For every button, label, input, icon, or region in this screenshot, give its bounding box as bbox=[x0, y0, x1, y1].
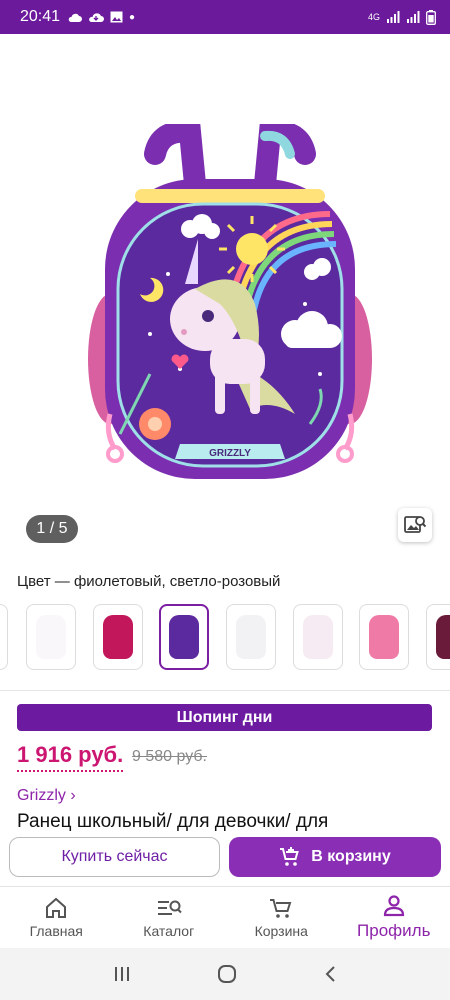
add-to-cart-label: В корзину bbox=[311, 848, 391, 865]
tab-home-label: Главная bbox=[29, 922, 83, 939]
variant-swatch bbox=[369, 615, 399, 659]
tab-cart-label: Корзина bbox=[254, 922, 308, 939]
old-price: 9 580 руб. bbox=[132, 748, 207, 765]
back-icon[interactable] bbox=[323, 965, 337, 983]
image-icon bbox=[110, 11, 123, 23]
action-bar: Купить сейчас В корзину bbox=[0, 835, 450, 885]
variant-swatch bbox=[236, 615, 266, 659]
battery-icon bbox=[426, 9, 436, 25]
product-gallery[interactable]: GRIZZLY 1 / 5 bbox=[0, 34, 450, 559]
variant-swatch bbox=[103, 615, 133, 659]
catalog-search-icon bbox=[157, 900, 182, 915]
cart-icon bbox=[270, 898, 292, 918]
tab-catalog[interactable]: Каталог bbox=[113, 887, 226, 948]
gallery-counter: 1 / 5 bbox=[26, 515, 78, 543]
buy-now-button[interactable]: Купить сейчас bbox=[9, 837, 220, 877]
signal-icon bbox=[407, 11, 420, 23]
variant-thumb[interactable] bbox=[226, 604, 276, 670]
svg-text:GRIZZLY: GRIZZLY bbox=[209, 448, 251, 459]
system-nav-bar bbox=[0, 948, 450, 1000]
variant-swatch bbox=[436, 615, 450, 659]
variant-thumb[interactable] bbox=[26, 604, 76, 670]
tab-profile[interactable]: Профиль bbox=[338, 887, 450, 948]
status-left-icons: ● bbox=[68, 11, 135, 23]
variant-swatch bbox=[36, 615, 66, 659]
signal-icon bbox=[387, 11, 400, 23]
profile-icon bbox=[383, 894, 404, 916]
cloud-icon bbox=[68, 13, 83, 22]
status-bar: 20:41 ● 4G bbox=[0, 0, 450, 34]
tab-home[interactable]: Главная bbox=[0, 887, 113, 948]
tab-catalog-label: Каталог bbox=[143, 922, 195, 939]
recent-apps-icon[interactable] bbox=[113, 965, 131, 983]
status-time: 20:41 bbox=[20, 8, 61, 25]
variant-swatch bbox=[169, 615, 199, 659]
cloud-download-icon bbox=[89, 12, 105, 22]
variant-thumbnails bbox=[0, 604, 450, 672]
brand-link[interactable]: Grizzly › bbox=[17, 787, 76, 805]
product-image: GRIZZLY bbox=[88, 124, 372, 479]
variant-thumb[interactable] bbox=[293, 604, 343, 670]
tab-cart[interactable]: Корзина bbox=[225, 887, 338, 948]
status-right-icons: 4G bbox=[367, 9, 436, 25]
variant-thumb-selected[interactable] bbox=[159, 604, 209, 670]
image-search-icon bbox=[404, 516, 426, 533]
network-type: 4G bbox=[367, 12, 380, 22]
divider bbox=[0, 690, 450, 691]
bottom-tab-bar: Главная Каталог Корзина Профиль bbox=[0, 886, 450, 948]
home-icon bbox=[46, 897, 67, 918]
current-price[interactable]: 1 916 руб. bbox=[17, 742, 124, 772]
tab-profile-label: Профиль bbox=[357, 920, 431, 940]
cart-add-icon bbox=[280, 847, 300, 866]
color-label: Цвет — фиолетовый, светло-розовый bbox=[17, 573, 281, 590]
buy-now-label: Купить сейчас bbox=[61, 848, 168, 865]
variant-swatch bbox=[303, 615, 333, 659]
dot-icon: ● bbox=[129, 11, 136, 23]
add-to-cart-button[interactable]: В корзину bbox=[229, 837, 441, 877]
promo-banner: Шопинг дни bbox=[17, 704, 432, 731]
variant-thumb[interactable] bbox=[426, 604, 450, 670]
search-by-photo-button[interactable] bbox=[398, 508, 432, 542]
variant-thumb[interactable] bbox=[0, 604, 8, 670]
home-nav-icon[interactable] bbox=[217, 964, 237, 984]
variant-thumb[interactable] bbox=[93, 604, 143, 670]
product-title: Ранец школьный/ для девочки/ для bbox=[17, 811, 329, 832]
variant-thumb[interactable] bbox=[359, 604, 409, 670]
